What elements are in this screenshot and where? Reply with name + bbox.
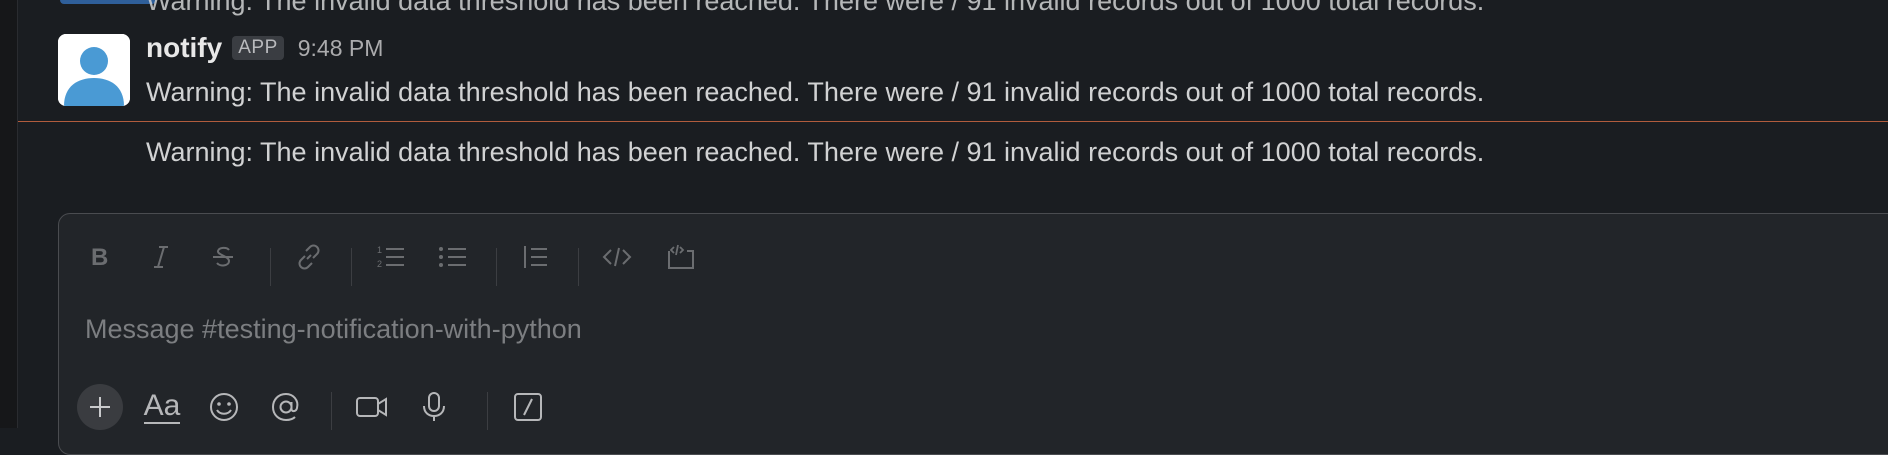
bulleted-list-button[interactable]	[431, 230, 475, 284]
message-header: notify APP 9:48 PM	[146, 32, 383, 64]
code-block-icon	[668, 244, 694, 269]
emoji-button[interactable]	[201, 384, 247, 430]
svg-text:1: 1	[377, 245, 382, 255]
blockquote-button[interactable]	[513, 230, 557, 284]
microphone-icon	[423, 392, 445, 421]
mention-icon	[271, 392, 299, 422]
toolbar-divider	[496, 248, 497, 286]
sidebar-edge	[0, 0, 18, 428]
video-icon	[356, 397, 387, 417]
previous-message-text: Warning: The invalid data threshold has …	[146, 0, 1485, 16]
previous-avatar-clipped	[60, 0, 156, 4]
toolbar-divider	[578, 248, 579, 286]
code-block-button[interactable]	[659, 230, 703, 284]
toolbar-divider	[270, 248, 271, 286]
strikethrough-button[interactable]	[201, 230, 245, 284]
message-input[interactable]: Message #testing-notification-with-pytho…	[85, 314, 582, 345]
strikethrough-icon	[213, 246, 233, 267]
code-icon	[602, 247, 632, 267]
attach-button[interactable]	[77, 384, 123, 430]
toolbar-divider	[331, 392, 332, 430]
bold-icon: B	[91, 244, 108, 270]
text-format-button[interactable]: Aa	[139, 384, 185, 430]
video-button[interactable]	[349, 384, 395, 430]
italic-button[interactable]	[139, 230, 183, 284]
blockquote-icon	[524, 246, 547, 268]
message-text: Warning: The invalid data threshold has …	[146, 137, 1485, 167]
slash-command-icon	[514, 393, 542, 421]
sender-name[interactable]: notify	[146, 32, 222, 64]
new-messages-divider	[18, 121, 1888, 122]
mention-button[interactable]	[263, 384, 309, 430]
avatar[interactable]	[58, 34, 130, 106]
message-composer[interactable]: B 1 2 Message #testing-notification-with…	[58, 213, 1888, 455]
message-text: Warning: The invalid data threshold has …	[146, 77, 1485, 107]
bold-button[interactable]: B	[77, 230, 121, 284]
bulleted-list-icon	[439, 247, 466, 267]
italic-icon	[154, 246, 168, 268]
ordered-list-icon: 1 2	[377, 245, 404, 269]
toolbar-divider	[351, 248, 352, 286]
toolbar-divider	[487, 392, 488, 430]
app-badge: APP	[232, 36, 284, 60]
link-button[interactable]	[287, 230, 331, 284]
emoji-icon	[210, 393, 238, 421]
text-format-icon: Aa	[143, 389, 181, 424]
user-icon	[58, 34, 130, 106]
ordered-list-button[interactable]: 1 2	[369, 230, 413, 284]
svg-text:2: 2	[377, 259, 382, 269]
timestamp[interactable]: 9:48 PM	[298, 35, 384, 62]
microphone-button[interactable]	[411, 384, 457, 430]
plus-icon	[90, 397, 110, 417]
code-button[interactable]	[595, 230, 639, 284]
slash-command-button[interactable]	[505, 384, 551, 430]
svg-text:B: B	[91, 244, 108, 270]
link-icon	[298, 244, 320, 270]
